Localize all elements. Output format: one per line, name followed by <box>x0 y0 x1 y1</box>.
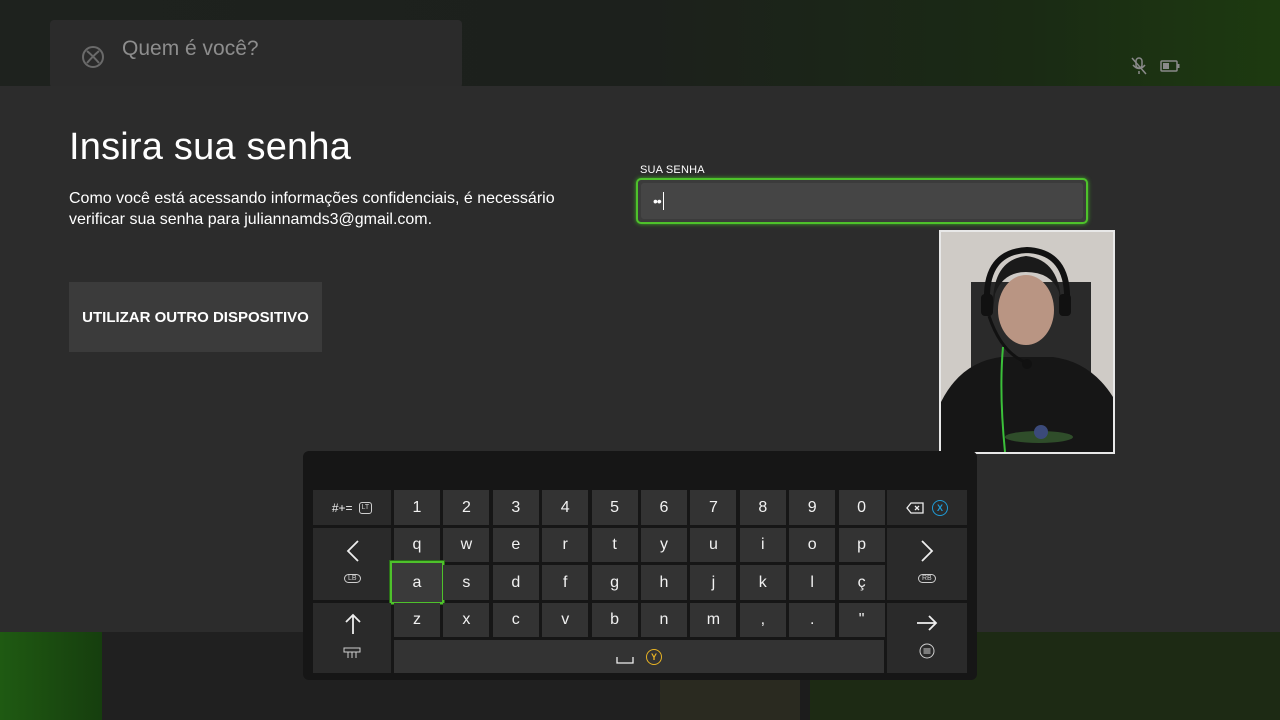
use-other-device-button[interactable]: UTILIZAR OUTRO DISPOSITIVO <box>69 282 322 352</box>
dialog-heading: Insira sua senha <box>69 126 352 168</box>
enter-key[interactable] <box>887 603 967 673</box>
number-key[interactable]: 3 <box>492 490 539 525</box>
letter-key[interactable]: b <box>591 603 638 637</box>
number-key[interactable]: 5 <box>591 490 638 525</box>
x-button-badge-icon: X <box>932 499 948 516</box>
number-key[interactable]: 7 <box>690 490 737 525</box>
lt-badge-icon: LT <box>358 501 373 514</box>
letter-key[interactable]: y <box>641 528 687 562</box>
letter-key[interactable]: h <box>641 565 687 600</box>
rb-badge-icon: RB <box>918 574 936 583</box>
letter-key[interactable]: j <box>690 565 737 600</box>
symbols-key[interactable]: #+= LT <box>313 490 391 525</box>
number-key[interactable]: 2 <box>443 490 490 525</box>
letter-key[interactable]: q <box>394 528 440 562</box>
letter-key[interactable]: p <box>838 528 885 562</box>
letter-key[interactable]: u <box>690 528 737 562</box>
backspace-icon <box>906 501 924 514</box>
battery-icon <box>1160 60 1180 72</box>
letter-key[interactable]: z <box>394 603 440 637</box>
password-label: SUA SENHA <box>640 164 705 176</box>
letter-key[interactable]: i <box>739 528 786 562</box>
letter-key[interactable]: n <box>641 603 687 637</box>
page-title: Quem é você? <box>122 37 259 60</box>
letter-key[interactable]: . <box>789 603 836 637</box>
dialog-description: Como você está acessando informações con… <box>69 190 555 228</box>
text-caret <box>662 192 664 210</box>
cursor-left-key[interactable]: LB <box>313 528 391 600</box>
lb-badge-icon: LB <box>344 574 361 583</box>
space-icon <box>616 656 634 664</box>
symbols-key-label: #+= <box>331 500 353 515</box>
enter-arrow-icon <box>917 615 938 631</box>
letter-key[interactable]: t <box>591 528 638 562</box>
letter-key[interactable]: s <box>443 565 490 600</box>
number-key[interactable]: 1 <box>394 490 440 525</box>
letter-key[interactable]: r <box>542 528 589 562</box>
number-key[interactable]: 9 <box>789 490 836 525</box>
virtual-keyboard: #+= LT 1234567890 X LB RB qwertyuiop asd… <box>303 451 977 680</box>
letter-key[interactable]: , <box>739 603 786 637</box>
password-value: •• <box>653 193 662 209</box>
cursor-right-key[interactable]: RB <box>887 528 967 600</box>
space-key[interactable]: Y <box>394 640 884 673</box>
number-key[interactable]: 0 <box>838 490 885 525</box>
letter-key[interactable]: x <box>443 603 490 637</box>
letter-key[interactable]: o <box>789 528 836 562</box>
letter-key[interactable]: ç <box>838 565 885 600</box>
letter-key[interactable]: " <box>838 603 885 637</box>
letter-key[interactable]: l <box>789 565 836 600</box>
webcam-overlay <box>939 230 1115 454</box>
letter-key-selected[interactable]: a <box>390 561 444 604</box>
menu-icon <box>919 643 935 659</box>
letter-key[interactable]: k <box>739 565 786 600</box>
webcam-person-image <box>941 232 1113 452</box>
letter-key[interactable]: d <box>492 565 539 600</box>
number-key[interactable]: 8 <box>739 490 786 525</box>
letter-key[interactable]: g <box>591 565 638 600</box>
number-key[interactable]: 6 <box>641 490 687 525</box>
letter-key[interactable]: v <box>542 603 589 637</box>
letter-key[interactable]: m <box>690 603 737 637</box>
password-input[interactable]: •• <box>636 178 1088 224</box>
chevron-right-icon <box>921 540 934 562</box>
chevron-left-icon <box>346 540 359 562</box>
letter-key[interactable]: c <box>492 603 539 637</box>
letter-key[interactable]: e <box>492 528 539 562</box>
shift-up-icon <box>345 613 361 634</box>
letter-key[interactable]: f <box>542 565 589 600</box>
mic-muted-icon <box>1131 57 1147 75</box>
lt-trigger-icon <box>343 647 361 658</box>
number-key[interactable]: 4 <box>542 490 589 525</box>
xbox-logo-icon <box>82 46 104 68</box>
status-icons <box>1130 56 1180 76</box>
letter-key[interactable]: w <box>443 528 490 562</box>
backspace-key[interactable]: X <box>887 490 967 525</box>
y-button-badge-icon: Y <box>646 648 662 665</box>
shift-key[interactable] <box>313 603 391 673</box>
